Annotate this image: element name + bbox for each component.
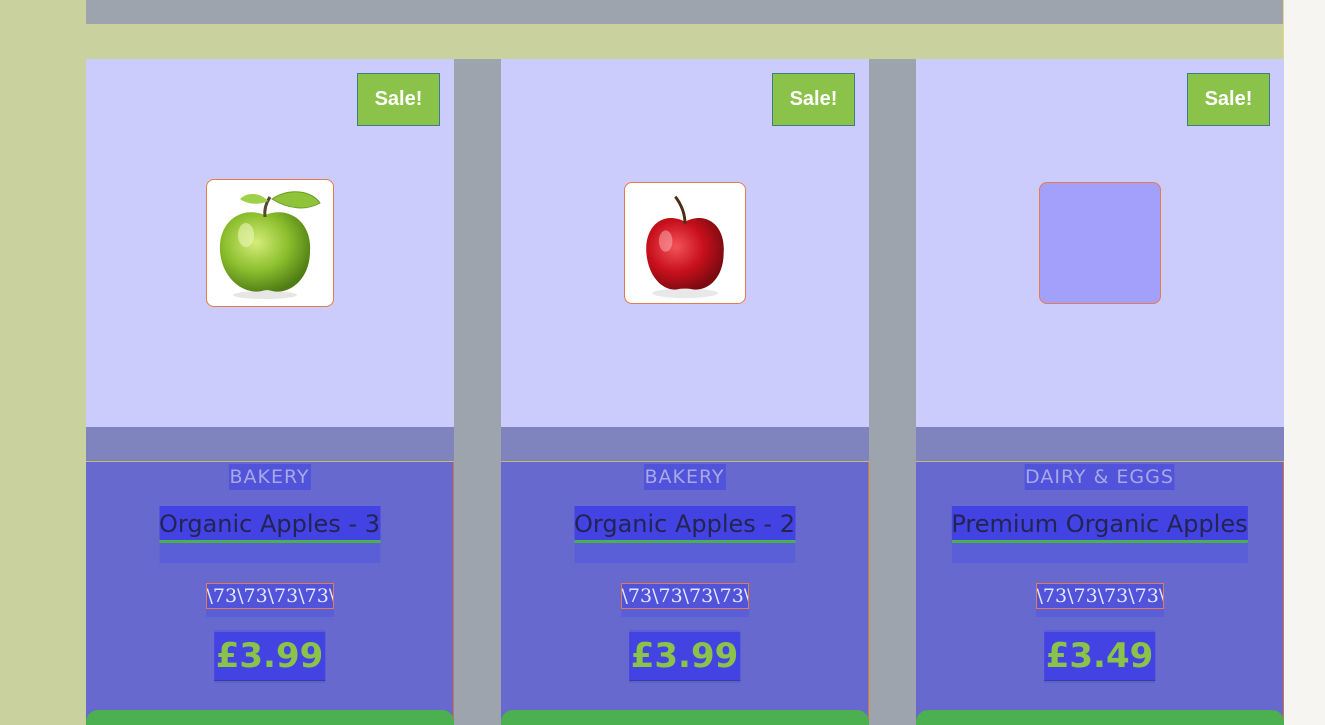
product-title[interactable]: Organic Apples - 2: [574, 506, 795, 543]
product-image-link[interactable]: [206, 179, 334, 307]
product-price: £3.99: [628, 632, 741, 681]
card-strip: [501, 427, 869, 462]
product-price-wrap: £3.99: [628, 630, 741, 683]
product-grid: Sale! BAKERY Organic Apples - 3 \73\73\7…: [86, 59, 1284, 725]
product-code: \73\73\73\73\: [205, 583, 334, 609]
product-code-wrap: \73\73\73\73\: [620, 583, 749, 617]
product-category[interactable]: BAKERY: [643, 464, 726, 490]
header-band: [86, 24, 1283, 59]
product-image-link[interactable]: [1039, 182, 1161, 304]
product-media: Sale!: [501, 59, 869, 427]
add-to-cart-button[interactable]: [916, 710, 1284, 725]
sale-badge: Sale!: [1187, 73, 1270, 126]
left-gutter: [0, 0, 86, 725]
product-title-wrap: Organic Apples - 2: [574, 506, 795, 563]
add-to-cart-button[interactable]: [501, 710, 869, 725]
product-price-wrap: £3.99: [213, 630, 326, 683]
product-card: Sale! BAKERY Organic Apples - 2 \73\73\7…: [501, 59, 869, 725]
product-title-wrap: Organic Apples - 3: [159, 506, 380, 563]
product-media: Sale!: [916, 59, 1284, 427]
product-code: \73\73\73\73\: [620, 583, 749, 609]
product-code: \73\73\73\73\: [1035, 583, 1164, 609]
sale-badge: Sale!: [357, 73, 440, 126]
add-to-cart-button[interactable]: [86, 710, 454, 725]
product-code-wrap: \73\73\73\73\: [1035, 583, 1164, 617]
product-category[interactable]: BAKERY: [228, 464, 311, 490]
sale-badge: Sale!: [772, 73, 855, 126]
product-price: £3.99: [213, 632, 326, 681]
card-strip: [916, 427, 1284, 462]
top-bar: [86, 0, 1283, 24]
product-info: DAIRY & EGGS Premium Organic Apples \73\…: [916, 462, 1284, 725]
product-info: BAKERY Organic Apples - 3 \73\73\73\73\ …: [86, 462, 454, 725]
product-card: Sale! BAKERY Organic Apples - 3 \73\73\7…: [86, 59, 454, 725]
product-price-wrap: £3.49: [1043, 630, 1156, 683]
product-title[interactable]: Organic Apples - 3: [159, 506, 380, 543]
product-price: £3.49: [1043, 632, 1156, 681]
red-apple-icon: [646, 195, 724, 299]
product-media: Sale!: [86, 59, 454, 427]
product-image-link[interactable]: [624, 182, 746, 304]
product-info: BAKERY Organic Apples - 2 \73\73\73\73\ …: [501, 462, 869, 725]
product-code-wrap: \73\73\73\73\: [205, 583, 334, 617]
product-category[interactable]: DAIRY & EGGS: [1024, 464, 1175, 490]
product-title[interactable]: Premium Organic Apples: [951, 506, 1248, 543]
green-apple-icon: [219, 191, 321, 299]
card-strip: [86, 427, 454, 462]
product-title-wrap: Premium Organic Apples: [951, 506, 1248, 563]
product-card: Sale! DAIRY & EGGS Premium Organic Apple…: [916, 59, 1284, 725]
